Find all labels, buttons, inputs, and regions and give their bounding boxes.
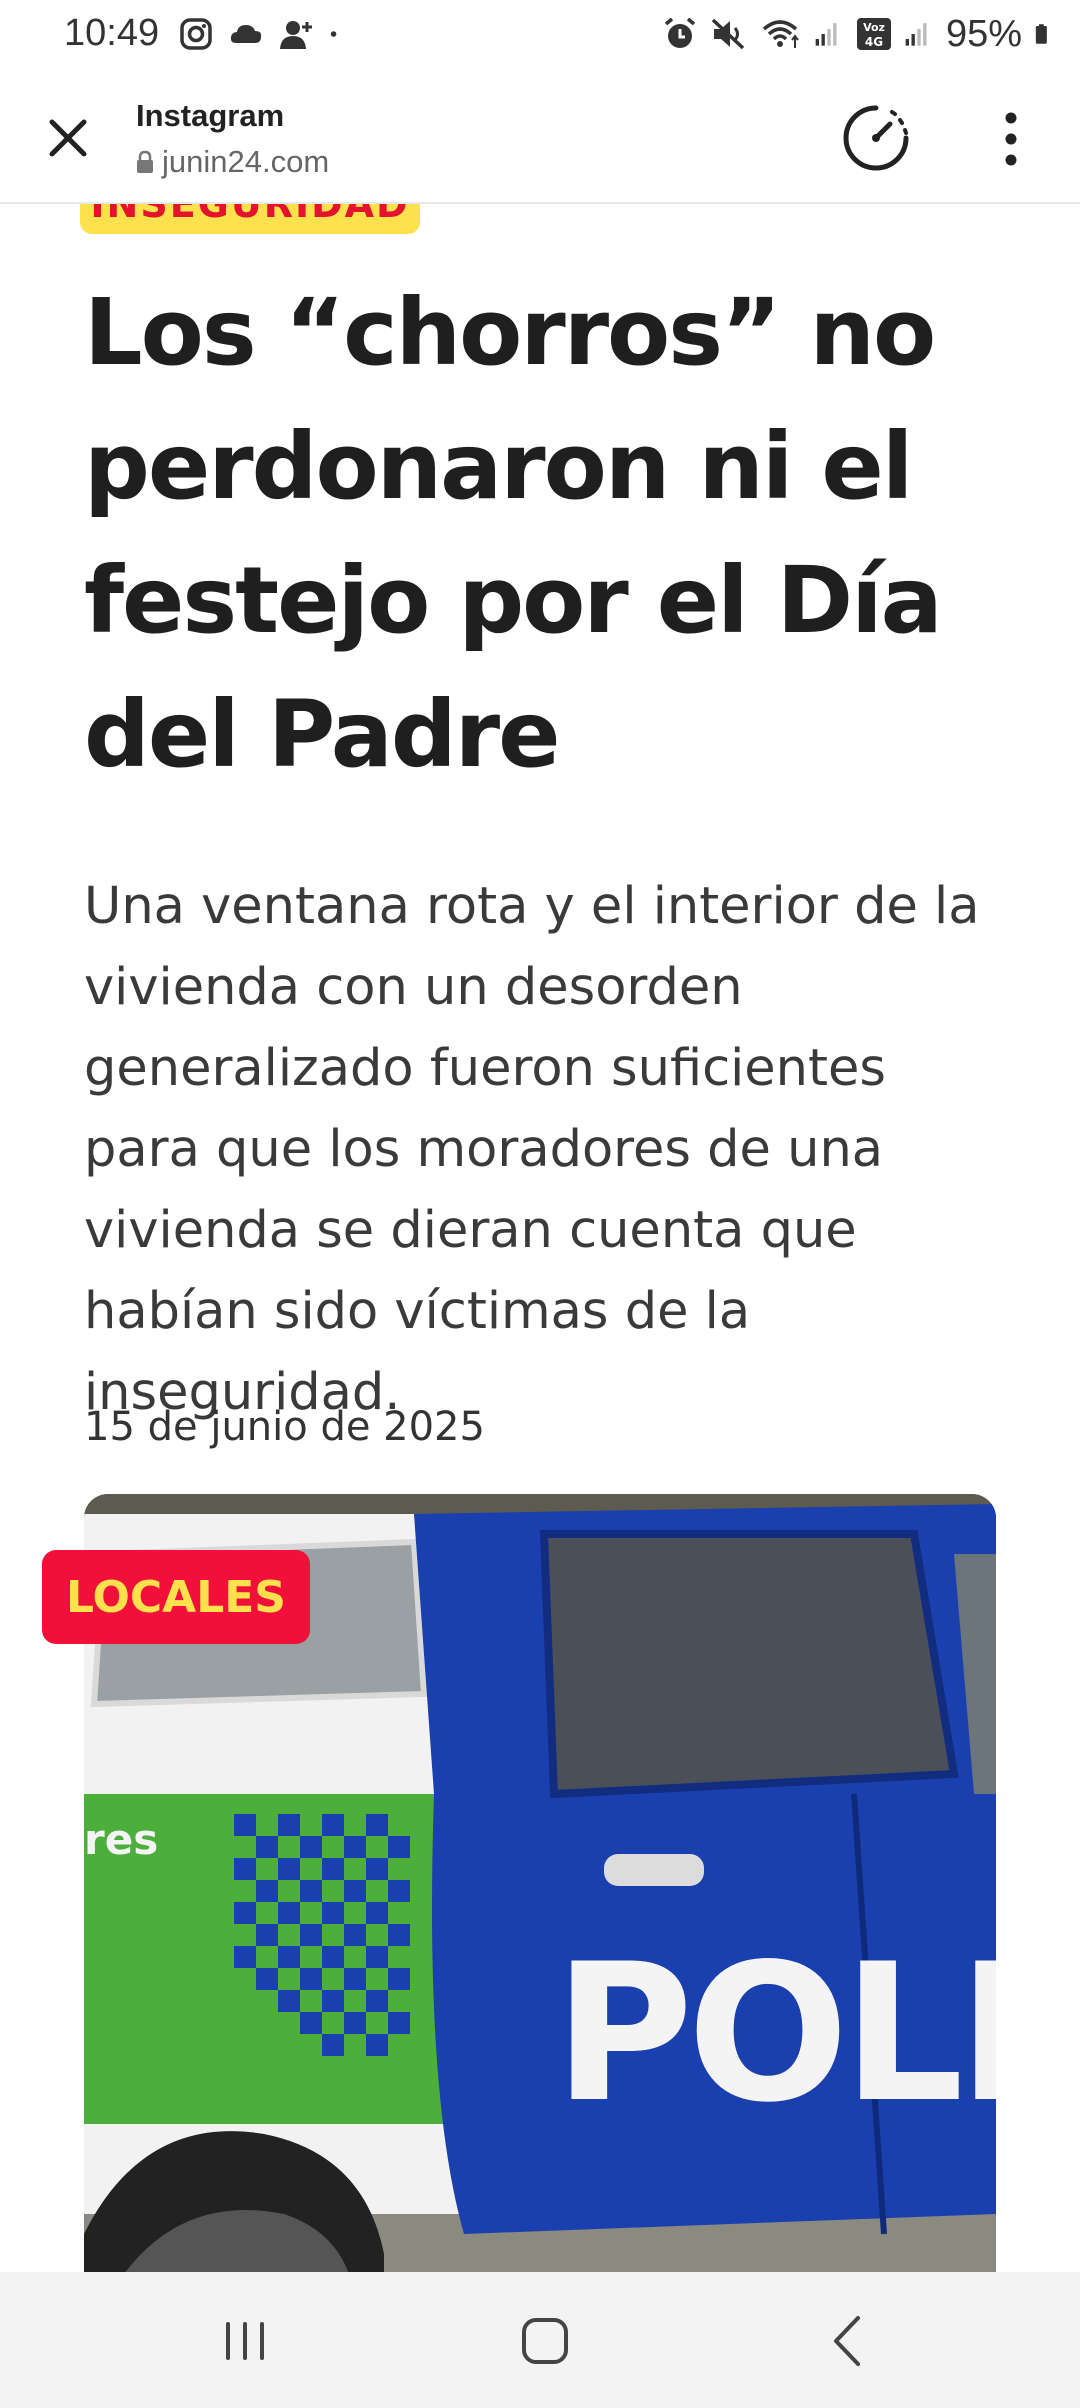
status-left-icons bbox=[178, 14, 348, 54]
article-content[interactable]: INSEGURIDAD Los “chorros” no perdonaron … bbox=[0, 204, 1080, 2272]
article-headline: Los “chorros” no perdonaron ni el festej… bbox=[84, 279, 943, 788]
category-tag[interactable]: INSEGURIDAD bbox=[80, 204, 420, 234]
locales-badge[interactable]: LOCALES bbox=[42, 1550, 310, 1644]
status-right-icons: Voz 4G 95% bbox=[662, 12, 1056, 56]
signal-icon bbox=[905, 23, 927, 46]
speed-gauge-icon[interactable] bbox=[840, 102, 912, 174]
url-text: junin24.com bbox=[162, 144, 330, 179]
page-source-title: Instagram bbox=[136, 98, 285, 133]
volte-4g-icon: Voz 4G bbox=[856, 18, 891, 50]
mute-icon bbox=[711, 18, 745, 50]
close-icon[interactable] bbox=[42, 112, 94, 164]
more-vert-icon[interactable] bbox=[996, 106, 1026, 172]
green-band-text: res bbox=[84, 1815, 158, 1864]
url-row[interactable]: junin24.com bbox=[136, 144, 329, 180]
police-lettering: POLIC bbox=[554, 1923, 996, 2144]
svg-text:Voz: Voz bbox=[863, 21, 885, 34]
instagram-icon bbox=[180, 18, 212, 50]
article-date: 15 de junio de 2025 bbox=[84, 1404, 485, 1450]
article-summary: Una ventana rota y el interior de la viv… bbox=[84, 877, 980, 1422]
status-bar: 10:49 Voz 4G 95% bbox=[0, 0, 1080, 70]
alarm-icon bbox=[664, 17, 696, 48]
recents-icon[interactable] bbox=[210, 2308, 280, 2374]
lock-icon bbox=[137, 150, 153, 173]
status-time: 10:49 bbox=[64, 12, 160, 54]
home-icon[interactable] bbox=[510, 2308, 580, 2374]
battery-icon bbox=[1035, 24, 1047, 44]
add-person-icon bbox=[280, 21, 312, 49]
back-icon[interactable] bbox=[814, 2308, 884, 2374]
svg-text:4G: 4G bbox=[865, 35, 883, 49]
dot-icon bbox=[330, 31, 337, 37]
signal-icon bbox=[815, 23, 837, 46]
navigation-bar bbox=[0, 2272, 1080, 2408]
cloud-icon bbox=[230, 25, 262, 43]
battery-percent: 95% bbox=[945, 12, 1022, 55]
wifi-icon bbox=[762, 20, 799, 48]
custom-tab-header: Instagram junin24.com bbox=[0, 72, 1080, 204]
